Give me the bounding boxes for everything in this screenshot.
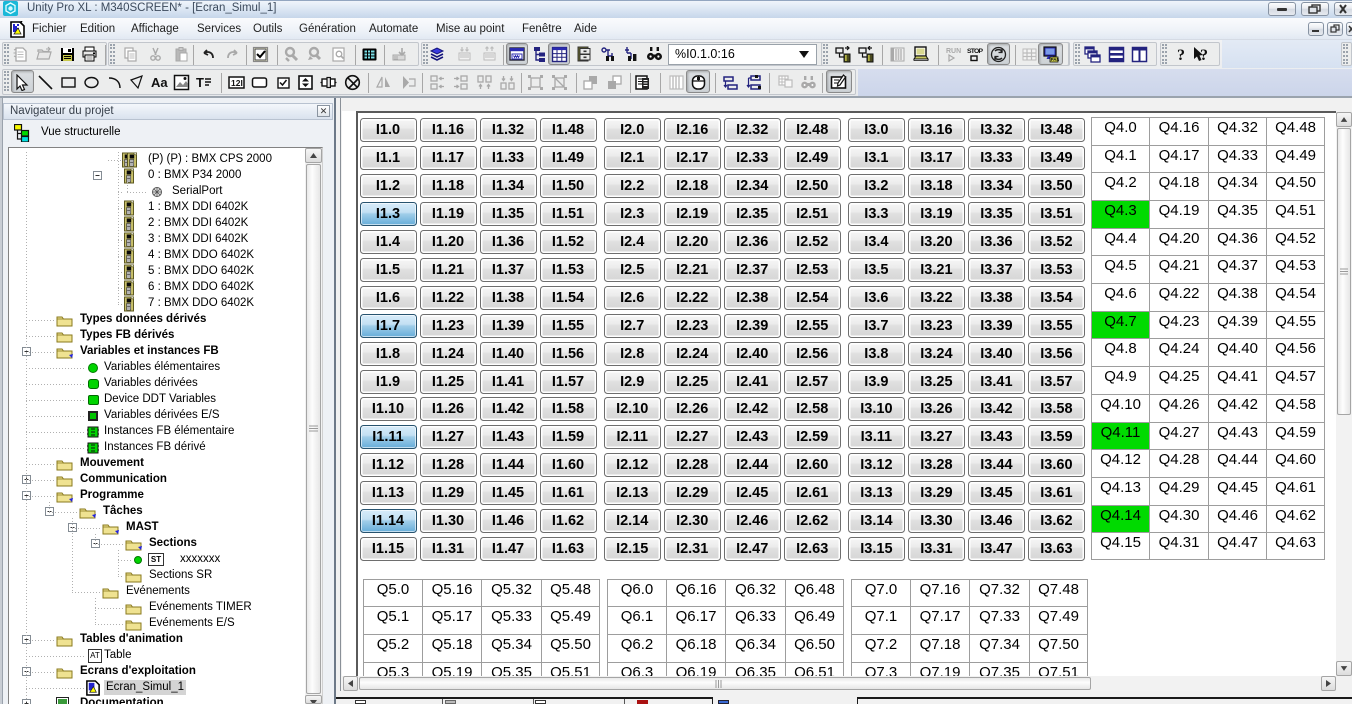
svg-text:T: T (196, 75, 204, 90)
svg-text:PAN: PAN (1051, 57, 1059, 62)
svg-text:Aa: Aa (151, 75, 168, 90)
svg-text:STOP: STOP (967, 48, 983, 55)
svg-text:?: ? (1200, 47, 1208, 63)
svg-text:12I: 12I (231, 78, 243, 88)
svg-text:RUN: RUN (946, 48, 961, 55)
svg-text:?: ? (1177, 47, 1185, 63)
